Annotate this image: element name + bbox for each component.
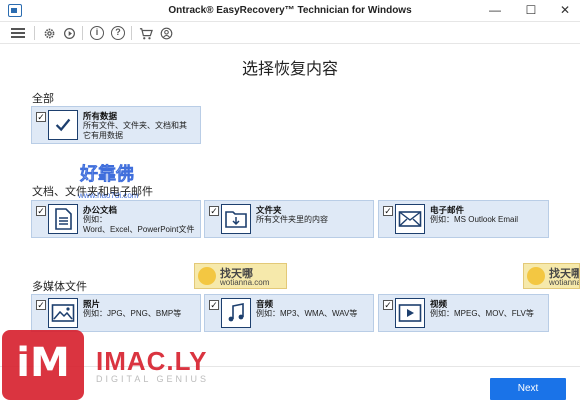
card-desc-line: 所有文件夹里的内容 [256,215,328,224]
section-all-label: 全部 [32,93,54,105]
card-desc: 所有文件夹里的内容 [256,215,328,225]
toolbar-separator [34,26,35,40]
card-folders[interactable]: ✓ 文件夹 所有文件夹里的内容 [204,200,374,238]
page-title: 选择恢复内容 [241,61,338,78]
menu-icon[interactable] [10,25,26,41]
checkbox-video[interactable]: ✓ [383,300,393,310]
card-desc-line: 例如：JPG、PNG、BMP等 [83,309,182,318]
image-icon [48,298,78,328]
card-email[interactable]: ✓ 电子邮件 例如：MS Outlook Email [378,200,549,238]
help-icon[interactable]: ? [110,25,126,41]
account-icon[interactable] [158,25,174,41]
card-desc-line: 例如：MP3、WMA、WAV等 [256,309,358,318]
card-desc: 例如： Word、Excel、PowerPoint文件 [83,215,194,235]
card-desc-line: 例如：MPEG、MOV、FLV等 [430,309,534,318]
cart-icon[interactable] [138,25,154,41]
folder-download-icon [221,204,251,234]
section-docs-label: 文档、文件夹和电子邮件 [32,186,153,198]
title-bar: Ontrack® EasyRecovery™ Technician for Wi… [0,0,580,22]
card-desc-line: Word、Excel、PowerPoint文件 [83,225,195,234]
footer-divider [0,366,580,367]
imac-logo: iM [2,330,84,400]
info-icon[interactable]: i [89,25,105,41]
logo-text: iM [16,340,70,386]
imac-tagline: DIGITAL GENIUS [96,374,210,384]
card-audio[interactable]: ✓ 音频 例如：MP3、WMA、WAV等 [204,294,374,332]
card-desc-line: 它有用数据 [83,131,123,140]
card-photos[interactable]: ✓ 照片 例如：JPG、PNG、BMP等 [31,294,201,332]
envelope-icon [395,204,425,234]
checkbox-all-data[interactable]: ✓ [36,112,46,122]
card-desc: 例如：MPEG、MOV、FLV等 [430,309,534,319]
svg-text:好靠佛: 好靠佛 [80,164,134,185]
toolbar-separator [82,26,83,40]
scan-history-icon[interactable] [61,25,77,41]
card-video[interactable]: ✓ 视频 例如：MPEG、MOV、FLV等 [378,294,549,332]
card-office-docs[interactable]: ✓ 办公文档 例如： Word、Excel、PowerPoint文件 [31,200,201,238]
emoji-icon [198,267,216,285]
card-desc-line: 例如：MS Outlook Email [430,215,519,224]
card-desc: 例如：MS Outlook Email [430,215,518,225]
watermark-badge: 找天哪 wotianna.com [194,263,287,289]
check-icon [48,110,78,140]
gear-icon[interactable] [41,25,57,41]
checkbox-photos[interactable]: ✓ [36,300,46,310]
minimize-button[interactable]: — [478,0,512,22]
document-icon [48,204,78,234]
music-note-icon [221,298,251,328]
watermark-text: wotianna.com [220,278,270,287]
checkbox-folders[interactable]: ✓ [209,206,219,216]
emoji-icon [527,267,545,285]
maximize-button[interactable]: ☐ [514,0,548,22]
checkbox-office-docs[interactable]: ✓ [36,206,46,216]
card-desc: 例如：MP3、WMA、WAV等 [256,309,357,319]
checkbox-email[interactable]: ✓ [383,206,393,216]
card-desc: 例如：JPG、PNG、BMP等 [83,309,181,319]
video-play-icon [395,298,425,328]
card-desc-line: 例如： [83,215,107,224]
toolbar-separator [131,26,132,40]
imac-brand-name: IMAC.LY [96,346,208,376]
card-desc: 所有文件、文件夹、文档和其 它有用数据 [83,121,187,141]
toolbar: i ? [0,22,580,44]
card-all-data[interactable]: ✓ 所有数据 所有文件、文件夹、文档和其 它有用数据 [31,106,201,144]
watermark-badge: 找天哪 wotianna.com [523,263,580,289]
section-media-label: 多媒体文件 [32,281,87,293]
checkbox-audio[interactable]: ✓ [209,300,219,310]
next-button[interactable]: Next [490,378,566,400]
card-desc-line: 所有文件、文件夹、文档和其 [83,121,187,130]
close-button[interactable]: ✕ [548,0,580,22]
watermark-text: wotianna.com [549,278,579,287]
